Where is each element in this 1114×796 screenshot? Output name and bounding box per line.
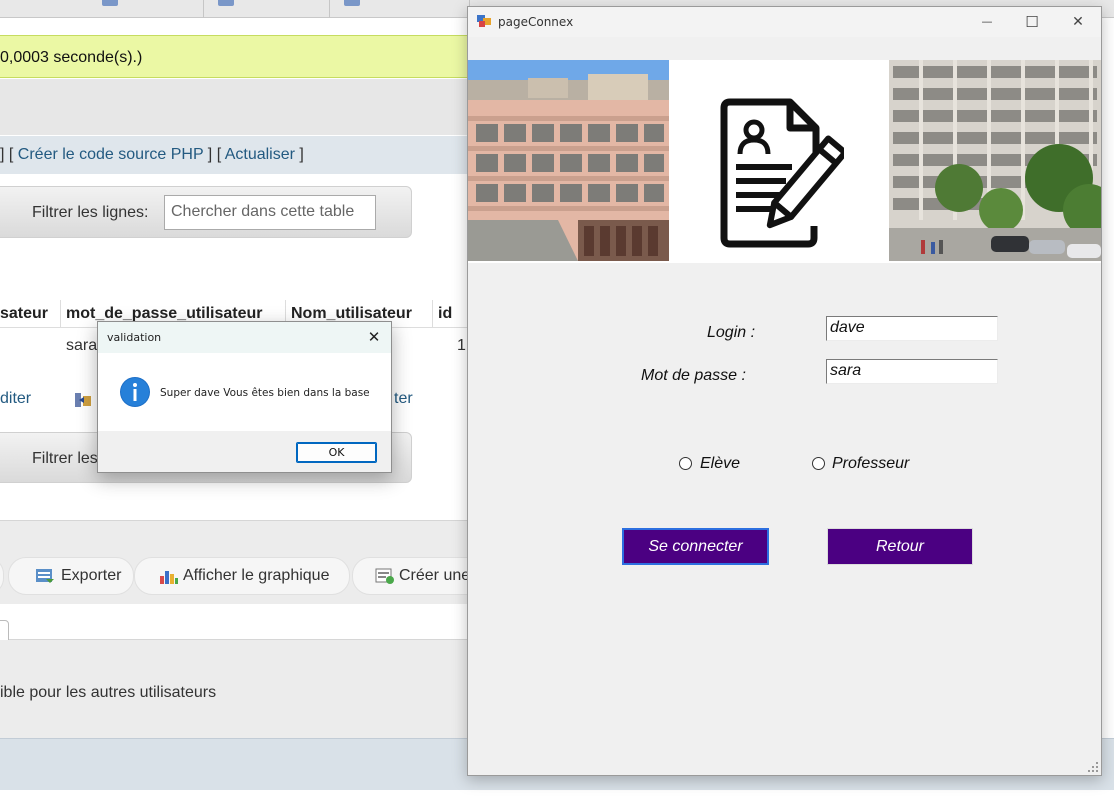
filter-rows-input[interactable]: Chercher dans cette table xyxy=(164,195,376,230)
column-header[interactable]: id xyxy=(438,305,452,323)
dialog-title: validation xyxy=(107,331,162,344)
table-cell-password: sara xyxy=(66,337,98,354)
filter-rows-bar: Filtrer les lignes: Chercher dans cette … xyxy=(0,186,412,238)
student-radio-label[interactable]: Elève xyxy=(700,455,740,473)
chart-icon xyxy=(160,571,178,584)
login-input[interactable]: dave xyxy=(826,316,998,341)
export-label: Exporter xyxy=(61,567,122,584)
filter-rows-label: Filtrer les xyxy=(32,450,98,467)
dialog-footer: OK xyxy=(98,431,391,472)
window-title: pageConnex xyxy=(498,15,574,29)
header-banner xyxy=(468,60,1101,263)
building-photo-right xyxy=(889,60,1101,261)
document-edit-icon xyxy=(720,98,844,248)
delete-link[interactable]: ter xyxy=(394,390,413,408)
tab-icon xyxy=(344,0,360,6)
bookmark-area xyxy=(0,604,470,640)
column-header[interactable]: sateur xyxy=(0,305,48,323)
query-success-message: 0,0003 seconde(s).) xyxy=(0,35,470,78)
student-radio[interactable] xyxy=(679,457,692,470)
teacher-radio-label[interactable]: Professeur xyxy=(832,455,909,473)
dialog-titlebar[interactable]: validation ✕ xyxy=(98,322,391,353)
password-input[interactable]: sara xyxy=(826,359,998,384)
edit-link[interactable]: diter xyxy=(0,390,31,408)
minimize-icon[interactable]: — xyxy=(977,12,997,32)
resize-grip-icon[interactable] xyxy=(1088,762,1098,772)
dialog-message: Super dave Vous êtes bien dans la base xyxy=(160,387,370,399)
info-icon xyxy=(120,377,150,407)
query-results-operations: Exporter Afficher le graphique Créer une xyxy=(0,520,492,604)
table-cell-id: 1 xyxy=(457,337,466,354)
tab-icon xyxy=(102,0,118,6)
pma-tab[interactable] xyxy=(330,0,470,18)
visibility-label: ible pour les autres utilisateurs xyxy=(0,684,217,701)
building-photo-left xyxy=(468,60,669,261)
tab-icon xyxy=(218,0,234,6)
create-view-label: Créer une xyxy=(399,567,471,584)
close-icon[interactable]: ✕ xyxy=(364,327,384,347)
links-bracket: ] [ xyxy=(0,146,18,163)
refresh-link[interactable]: Actualiser xyxy=(225,146,295,163)
partial-button[interactable] xyxy=(0,557,4,595)
copy-row-icon[interactable] xyxy=(74,391,92,409)
create-view-icon xyxy=(375,568,394,584)
export-button[interactable]: Exporter xyxy=(8,557,134,595)
links-bracket: ] [ xyxy=(203,146,225,163)
page-connex-window: pageConnex — ☐ ✕ Login: dave Mot de pas… xyxy=(467,6,1102,776)
ok-button[interactable]: OK xyxy=(296,442,377,463)
display-chart-button[interactable]: Afficher le graphique xyxy=(134,557,350,595)
validation-dialog: validation ✕ Super dave Vous êtes bien d… xyxy=(97,321,392,473)
connect-button[interactable]: Se connecter xyxy=(622,528,769,565)
query-links-bar: ] [ Créer le code source PHP ] [ Actuali… xyxy=(0,136,470,174)
filter-rows-label: Filtrer les lignes: xyxy=(32,204,149,221)
links-bracket: ] xyxy=(294,146,304,163)
window-titlebar[interactable]: pageConnex — ☐ ✕ xyxy=(468,7,1101,37)
app-form-icon xyxy=(477,15,491,27)
password-label: Mot de passe : xyxy=(641,367,746,384)
maximize-icon[interactable]: ☐ xyxy=(1022,12,1042,32)
pma-tab[interactable] xyxy=(204,0,330,18)
teacher-radio[interactable] xyxy=(812,457,825,470)
display-chart-label: Afficher le graphique xyxy=(183,567,330,584)
query-box xyxy=(0,79,470,135)
back-button[interactable]: Retour xyxy=(827,528,973,565)
pma-tab[interactable] xyxy=(88,0,204,18)
export-icon xyxy=(36,569,54,583)
login-label: Login : xyxy=(707,324,756,341)
create-php-code-link[interactable]: Créer le code source PHP xyxy=(18,146,204,163)
close-icon[interactable]: ✕ xyxy=(1068,12,1088,32)
